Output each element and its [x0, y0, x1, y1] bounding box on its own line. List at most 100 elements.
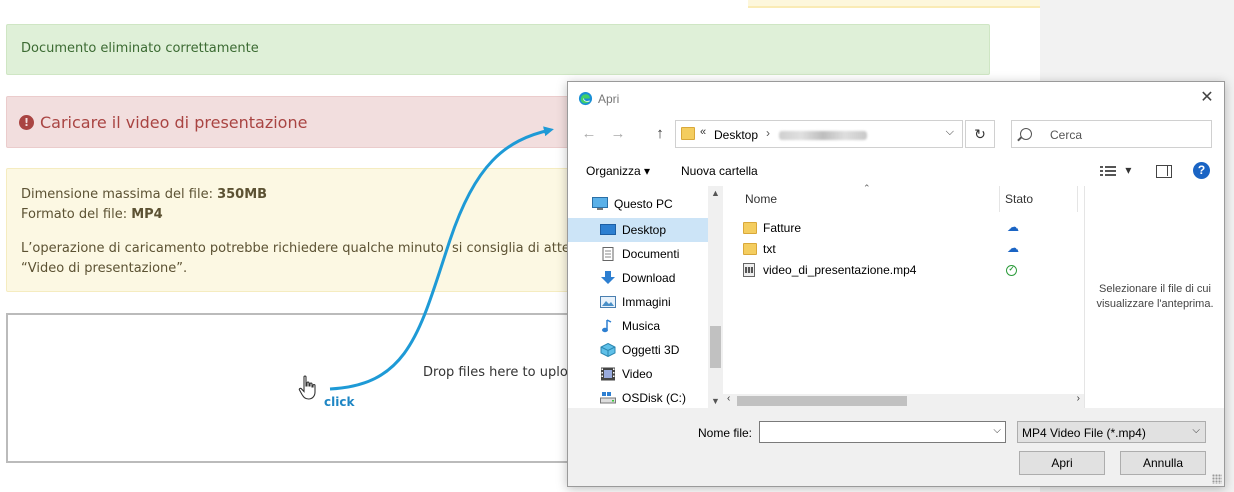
preview-message: Selezionare il file di cui visualizzare … — [1085, 282, 1225, 312]
search-icon — [1020, 128, 1032, 140]
nav-item-osdisk[interactable]: OSDisk (C:) — [568, 386, 708, 410]
exclamation-icon: ! — [19, 114, 34, 130]
top-notice-strip — [748, 0, 1040, 8]
nav-item-musica[interactable]: Musica — [568, 314, 708, 338]
column-divider[interactable] — [1077, 186, 1078, 212]
preview-pane-icon[interactable] — [1156, 165, 1172, 178]
nav-item-label: Questo PC — [614, 197, 673, 211]
file-row-txt[interactable]: txt — [743, 239, 776, 259]
nav-item-label: Oggetti 3D — [622, 343, 680, 357]
file-row-fatture[interactable]: Fatture — [743, 218, 801, 238]
nav-item-desktop[interactable]: Desktop — [568, 218, 708, 242]
chevron-down-icon[interactable]: ⌵ — [993, 425, 1001, 436]
cancel-button[interactable]: Annulla — [1120, 451, 1206, 475]
nav-item-label: Video — [622, 367, 653, 381]
nav-item-label: OSDisk (C:) — [622, 391, 686, 405]
resize-grip-icon[interactable] — [1212, 474, 1222, 484]
video-file-icon — [743, 263, 755, 277]
preview-message-line2: visualizzare l'anteprima. — [1096, 298, 1214, 310]
list-view-icon — [1100, 165, 1116, 176]
dialog-toolbar: Organizza ▾ Nuova cartella ▾ ? — [568, 156, 1224, 186]
drive-icon — [600, 392, 616, 404]
computer-icon — [592, 197, 608, 210]
scrollbar-thumb[interactable] — [710, 326, 721, 368]
nav-item-label: Desktop — [622, 223, 667, 237]
download-icon — [601, 271, 615, 284]
edge-browser-icon — [578, 91, 593, 106]
breadcrumb-separator: › — [766, 126, 770, 140]
search-input[interactable]: Cerca — [1011, 120, 1212, 148]
scroll-left-icon[interactable]: ‹ — [727, 393, 730, 404]
folder-icon — [743, 243, 757, 255]
filename-label: Nome file: — [698, 426, 753, 440]
forward-arrow-icon[interactable]: → — [609, 126, 627, 142]
preview-pane: Selezionare il file di cui visualizzare … — [1084, 186, 1224, 408]
breadcrumb-desktop[interactable]: Desktop — [714, 128, 758, 142]
file-name: txt — [763, 242, 776, 256]
available-status-icon: ✓ — [1006, 265, 1017, 276]
pictures-icon — [600, 296, 616, 308]
blurred-breadcrumb-segment[interactable] — [779, 131, 867, 140]
new-folder-button[interactable]: Nuova cartella — [681, 164, 758, 178]
column-divider[interactable] — [999, 186, 1000, 212]
filename-input[interactable]: ⌵ — [759, 421, 1006, 443]
file-name: Fatture — [763, 221, 802, 235]
nav-item-questo-pc[interactable]: Questo PC — [568, 192, 708, 216]
address-chevrons[interactable]: « — [700, 126, 706, 138]
close-icon[interactable]: ✕ — [1198, 89, 1216, 107]
navigation-pane: Questo PC Desktop Documenti Download Imm… — [568, 186, 723, 408]
hand-cursor-icon — [298, 375, 316, 400]
file-type-filter[interactable]: MP4 Video File (*.mp4) ⌵ — [1017, 421, 1206, 443]
desktop-icon — [600, 224, 616, 235]
nav-item-label: Musica — [622, 319, 661, 333]
scroll-down-icon[interactable]: ▼ — [711, 396, 720, 406]
click-annotation-label: click — [324, 395, 355, 409]
refresh-button[interactable]: ↻ — [965, 120, 995, 148]
cloud-status-icon: ☁ — [1007, 220, 1019, 234]
dialog-titlebar[interactable]: Apri ✕ — [568, 82, 1224, 114]
open-button[interactable]: Apri — [1019, 451, 1105, 475]
view-options-dropdown: ▾ — [1125, 163, 1132, 177]
cloud-status-icon: ☁ — [1007, 241, 1019, 255]
nav-item-documenti[interactable]: Documenti — [568, 242, 708, 266]
format-value: MP4 — [131, 207, 163, 222]
nav-item-video[interactable]: Video — [568, 362, 708, 386]
file-row-video[interactable]: video_di_presentazione.mp4 — [743, 260, 916, 280]
max-size-label: Dimensione massima del file: — [21, 187, 218, 202]
folder-icon — [743, 222, 757, 234]
dropzone-text: Drop files here to upload — [423, 365, 584, 380]
format-label: Formato del file: — [21, 207, 132, 222]
success-alert-text: Documento eliminato correttamente — [21, 41, 259, 56]
nav-item-download[interactable]: Download — [568, 266, 708, 290]
up-arrow-icon[interactable]: ↑ — [651, 126, 669, 142]
sort-indicator-icon: ⌃ — [863, 183, 871, 193]
navigation-scrollbar[interactable]: ▲ ▼ — [708, 186, 723, 408]
nav-item-immagini[interactable]: Immagini — [568, 290, 708, 314]
scroll-up-icon[interactable]: ▲ — [711, 188, 720, 198]
organize-menu[interactable]: Organizza ▾ — [586, 164, 650, 178]
folder-icon — [681, 127, 695, 140]
nav-item-label: Documenti — [622, 247, 680, 261]
dialog-title: Apri — [598, 92, 620, 106]
scrollbar-thumb[interactable] — [737, 396, 907, 406]
preview-message-line1: Selezionare il file di cui — [1099, 283, 1211, 295]
scroll-right-icon[interactable]: › — [1077, 393, 1080, 404]
chevron-down-icon[interactable]: ⌵ — [1192, 425, 1200, 436]
view-options-button[interactable]: ▾ — [1100, 163, 1131, 177]
horizontal-scrollbar[interactable]: ‹ › — [723, 393, 1084, 408]
nav-item-oggetti-3d[interactable]: Oggetti 3D — [568, 338, 708, 362]
video-icon — [601, 367, 615, 381]
file-name: video_di_presentazione.mp4 — [763, 263, 917, 277]
file-type-filter-value: MP4 Video File (*.mp4) — [1022, 426, 1146, 440]
dialog-footer: Nome file: ⌵ MP4 Video File (*.mp4) ⌵ Ap… — [568, 408, 1224, 486]
back-arrow-icon[interactable]: ← — [580, 126, 598, 142]
success-alert: Documento eliminato correttamente — [6, 24, 990, 75]
column-header-name[interactable]: Nome — [745, 186, 777, 212]
nav-item-label: Immagini — [622, 295, 671, 309]
open-file-dialog: Apri ✕ ← → ↑ « Desktop › ⌵ ↻ Cerca Organ… — [567, 81, 1225, 487]
address-bar[interactable]: « Desktop › ⌵ — [675, 120, 963, 148]
file-list: Nome ⌃ Stato Fatture ☁ txt ☁ video_di_pr… — [723, 183, 1084, 408]
chevron-down-icon[interactable]: ⌵ — [946, 126, 954, 139]
column-header-status[interactable]: Stato — [1005, 186, 1033, 212]
help-icon[interactable]: ? — [1193, 162, 1210, 179]
